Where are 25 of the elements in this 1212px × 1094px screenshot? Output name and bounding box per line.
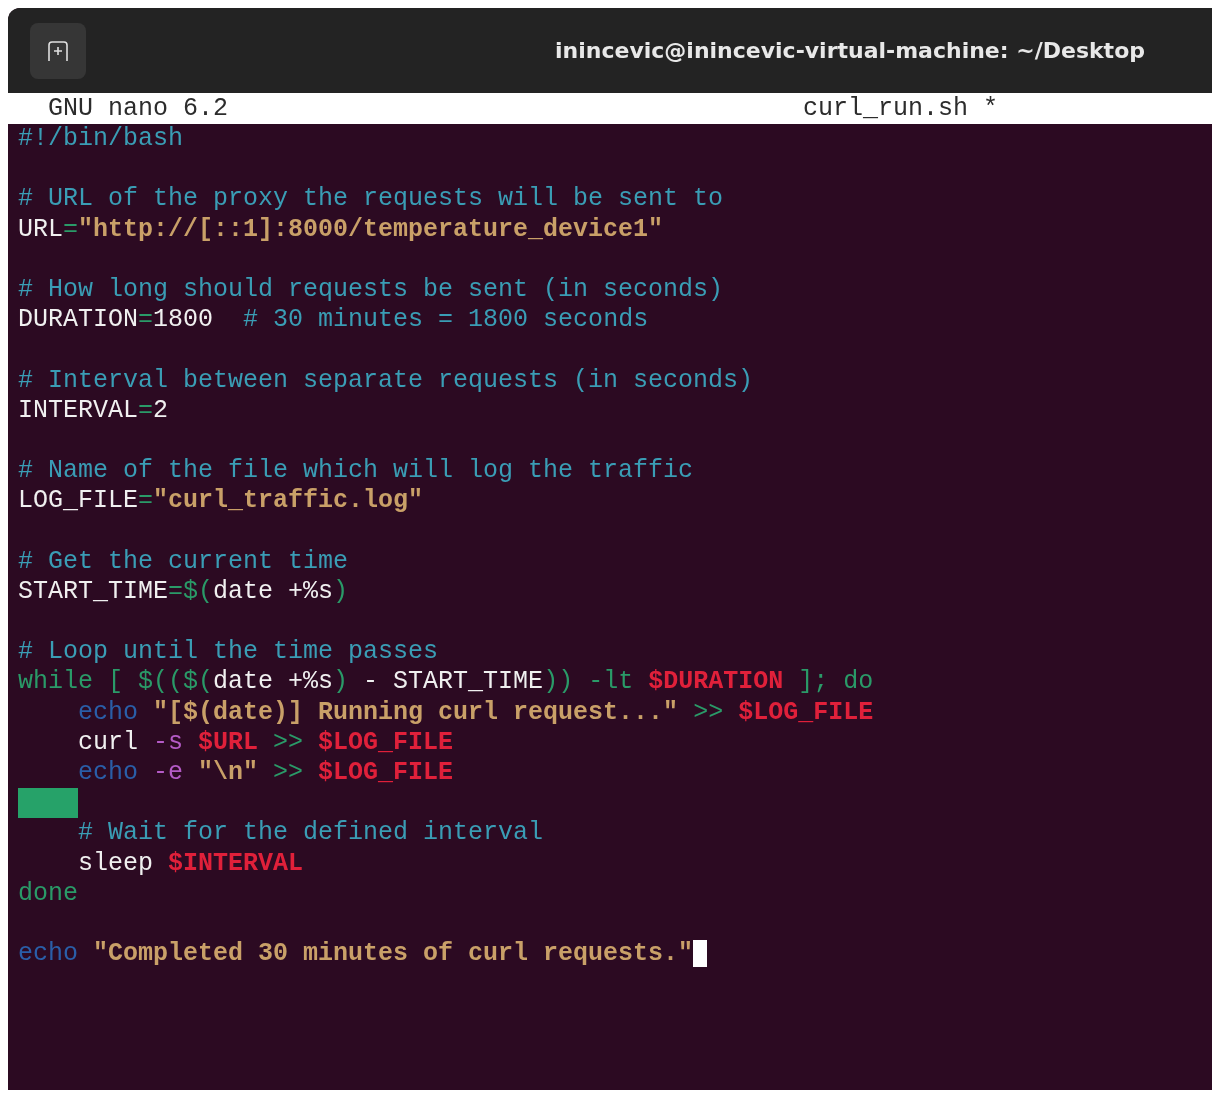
code-line: URL="http://[::1]:8000/temperature_device1" — [18, 214, 664, 245]
code-line: # URL of the proxy the requests will be sent to — [18, 184, 724, 215]
code-line: LOG_FILE="curl_traffic.log" — [18, 486, 424, 517]
code-line: START_TIME=$(date +%s) — [18, 576, 349, 607]
code-line: #!/bin/bash — [18, 124, 184, 155]
code-line: echo -e "\n" >> $LOG_FILE — [77, 757, 454, 789]
code-line: # Interval between separate requests (in seconds) — [18, 365, 754, 396]
new-tab-button[interactable] — [30, 22, 86, 79]
code-line: echo "Completed 30 minutes of curl requests." — [18, 939, 708, 970]
code-line: while [ $(($(date +%s) - START_TIME)) -lt $DURATION ]; do — [18, 667, 874, 698]
code-line: # Get the current time — [18, 546, 349, 577]
code-line: curl -s $URL >> $LOG_FILE — [77, 727, 454, 758]
code-line: done — [18, 878, 78, 909]
code-line: # Name of the file which will log the traffic — [18, 456, 694, 487]
window-title: inincevic@inincevic-virtual-machine: ~/Desktop — [555, 37, 1145, 65]
file-name: curl_run.sh * — [803, 93, 999, 124]
code-line: INTERVAL=2 — [18, 395, 169, 426]
code-line: # Wait for the defined interval — [77, 818, 544, 849]
code-line: sleep $INTERVAL — [77, 848, 304, 879]
new-tab-icon — [47, 39, 69, 62]
nano-version: GNU nano 6.2 — [48, 93, 229, 124]
code-line: # Loop until the time passes — [18, 637, 439, 668]
code-line: DURATION=1800 # 30 minutes = 1800 seconds — [18, 305, 649, 336]
code-line: # How long should requests be sent (in seconds) — [18, 274, 724, 306]
code-line: echo "[$(date)] Running curl request..." >> $LOG_FILE — [77, 697, 874, 728]
